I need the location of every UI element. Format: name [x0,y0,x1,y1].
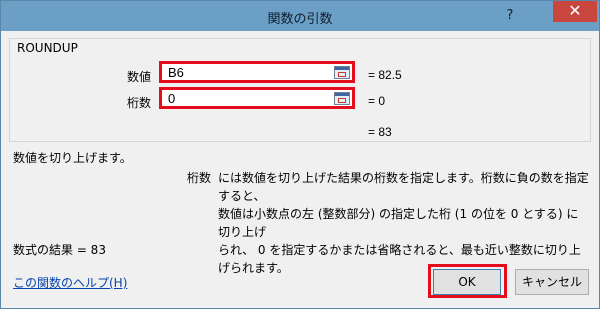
cell-reference-icon[interactable] [334,92,350,105]
digits-result: = 0 [368,94,386,108]
ok-button[interactable]: OK [433,269,501,295]
digits-input-value: 0 [168,91,176,106]
close-button[interactable]: ✕ [553,1,597,22]
digits-input[interactable]: 0 [159,87,355,109]
argument-description-line: 数値は小数点の左 (整数部分) の指定した桁 (1 の位を 0 とする) に切り… [218,207,579,239]
function-description: 数値を切り上げます。 [13,151,132,165]
argument-description-label: 桁数 [187,171,212,185]
function-arguments-dialog: 関数の引数 ? ✕ ROUNDUP 数値 B6 = 82.5 桁数 0 = 0 … [0,0,600,309]
title-bar[interactable]: 関数の引数 ? ✕ [1,1,599,31]
cell-reference-icon[interactable] [334,66,350,79]
argument-label-number: 数値 [126,70,151,84]
number-result: = 82.5 [368,68,402,82]
function-result: = 83 [368,125,392,139]
number-input-value: B6 [168,65,184,80]
argument-label-digits: 桁数 [126,96,151,110]
argument-description: には数値を切り上げた結果の桁数を指定します。桁数に負の数を指定すると、 数値は小… [218,169,590,277]
number-input[interactable]: B6 [159,61,355,83]
formula-result: 数式の結果 = 83 [13,243,106,257]
argument-description-line: には数値を切り上げた結果の桁数を指定します。桁数に負の数を指定すると、 [218,171,589,203]
cancel-button[interactable]: キャンセル [515,269,589,295]
function-help-link[interactable]: この関数のヘルプ(H) [13,274,127,291]
help-icon[interactable]: ? [501,7,519,25]
function-name: ROUNDUP [17,41,78,55]
